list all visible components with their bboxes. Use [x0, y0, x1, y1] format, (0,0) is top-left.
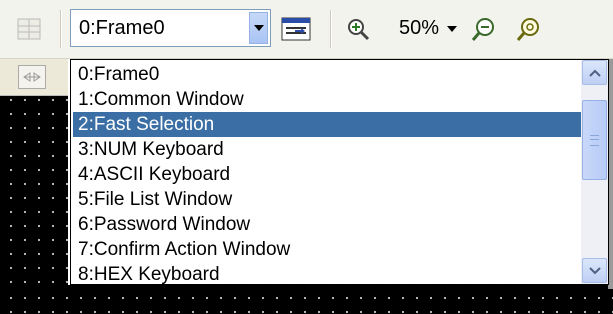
frame-combo[interactable]: 0:Frame0 — [70, 9, 271, 47]
left-panel — [0, 59, 68, 96]
scroll-down-icon[interactable] — [582, 258, 607, 283]
canvas-area — [0, 59, 68, 314]
list-item[interactable]: 3:NUM Keyboard — [73, 137, 585, 162]
list-item[interactable]: 1:Common Window — [73, 87, 585, 112]
canvas-area-bottom — [0, 285, 613, 314]
frame-combo-value: 0:Frame0 — [79, 17, 165, 39]
list-item[interactable]: 5:File List Window — [73, 187, 585, 212]
list-item[interactable]: 7:Confirm Action Window — [73, 237, 585, 262]
chevron-down-icon[interactable] — [249, 12, 268, 44]
zoom-out-icon[interactable] — [469, 14, 499, 44]
frame-grid-icon[interactable] — [14, 14, 44, 44]
scrollbar-thumb[interactable] — [582, 100, 607, 180]
list-item[interactable]: 8:HEX Keyboard — [73, 262, 585, 284]
list-item[interactable]: 0:Frame0 — [73, 62, 585, 87]
zoom-in-icon[interactable] — [343, 14, 373, 44]
zoom-level[interactable]: 50% — [399, 17, 439, 40]
frame-properties-icon[interactable] — [281, 14, 311, 44]
toolbar: 0:Frame0 50% — [0, 0, 613, 59]
link-icon[interactable] — [18, 65, 46, 89]
frame-dropdown-list[interactable]: 0:Frame0 1:Common Window 2:Fast Selectio… — [70, 59, 609, 285]
scrollbar[interactable] — [581, 60, 608, 284]
zoom-dropdown-icon[interactable] — [447, 26, 457, 32]
zoom-100-icon[interactable] — [514, 14, 544, 44]
scroll-up-icon[interactable] — [582, 60, 607, 85]
list-item-selected[interactable]: 2:Fast Selection — [73, 112, 585, 137]
list-item[interactable]: 4:ASCII Keyboard — [73, 162, 585, 187]
list-item[interactable]: 6:Password Window — [73, 212, 585, 237]
